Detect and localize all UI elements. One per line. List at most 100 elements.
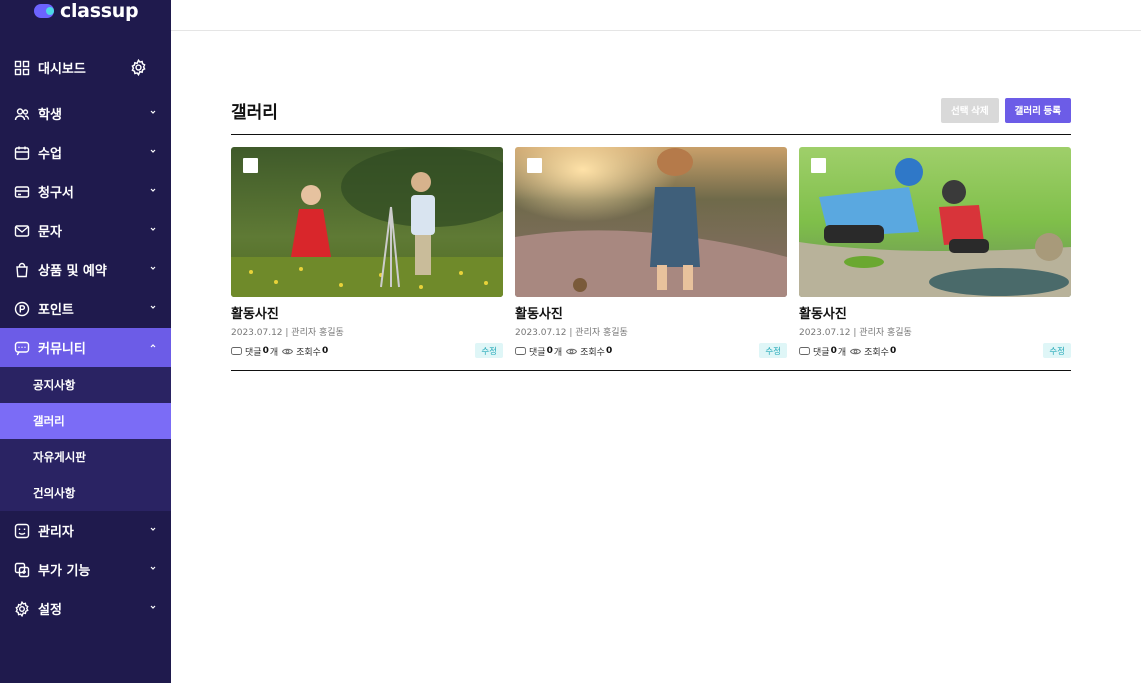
comments-unit: 개 (837, 347, 847, 358)
sidebar-item-label: 학생 (38, 108, 62, 123)
views-label: 조회수 (864, 347, 889, 358)
gallery-card[interactable]: 활동사진 2023.07.12 | 관리자 홍길동 댓글 0 개 조회수 0 수… (231, 147, 503, 358)
sidebar-item-community[interactable]: 커뮤니티 (0, 328, 171, 367)
gear-icon (15, 600, 29, 617)
chevron-down-icon (150, 149, 156, 153)
edit-button[interactable]: 수정 (759, 343, 787, 358)
top-bar (171, 0, 1141, 31)
divider (231, 370, 1071, 371)
eye-icon (850, 348, 862, 354)
sidebar-item-label: 상품 및 예약 (38, 264, 107, 279)
sidebar-item-settings[interactable]: 설정 (0, 589, 171, 628)
comments-unit: 개 (269, 347, 279, 358)
gallery-card[interactable]: 활동사진 2023.07.12 | 관리자 홍길동 댓글 0 개 조회수 0 수… (799, 147, 1071, 358)
page-header: 갤러리 선택 삭제 갤러리 등록 (231, 96, 1071, 124)
submenu-item-suggestions[interactable]: 건의사항 (0, 475, 171, 511)
sidebar-item-products[interactable]: 상품 및 예약 (0, 250, 171, 289)
chevron-down-icon (150, 566, 156, 570)
sidebar-item-classes[interactable]: 수업 (0, 133, 171, 172)
sidebar-item-students[interactable]: 학생 (0, 94, 171, 133)
gallery-card[interactable]: 활동사진 2023.07.12 | 관리자 홍길동 댓글 0 개 조회수 0 수… (515, 147, 787, 358)
mail-icon (14, 224, 30, 237)
views-count: 0 (605, 346, 613, 356)
card-meta: 2023.07.12 | 관리자 홍길동 (799, 328, 912, 338)
chevron-down-icon (150, 605, 156, 609)
card-title: 활동사진 (799, 307, 847, 322)
card-icon (14, 185, 30, 198)
chevron-down-icon (150, 527, 156, 531)
sidebar-item-invoices[interactable]: 청구서 (0, 172, 171, 211)
card-stats: 댓글 0 개 조회수 0 수정 (231, 343, 503, 358)
sidebar-item-admin[interactable]: 관리자 (0, 511, 171, 550)
divider (231, 134, 1071, 135)
chevron-down-icon (150, 305, 156, 309)
views-count: 0 (889, 346, 897, 356)
sidebar-item-label: 관리자 (38, 525, 74, 540)
sidebar: classup 대시보드 학생 수업 청구서 문자 상품 및 예약 포인트 커뮤… (0, 0, 171, 683)
edit-button[interactable]: 수정 (1043, 343, 1071, 358)
views-label: 조회수 (580, 347, 605, 358)
comments-label: 댓글 (529, 347, 546, 358)
sidebar-item-label: 설정 (38, 603, 62, 618)
comments-label: 댓글 (245, 347, 262, 358)
card-title: 활동사진 (231, 307, 279, 322)
chevron-up-icon (150, 344, 156, 348)
photo-children-camera (231, 147, 503, 297)
edit-button[interactable]: 수정 (475, 343, 503, 358)
sidebar-item-label: 대시보드 (38, 62, 86, 77)
select-checkbox[interactable] (811, 158, 826, 173)
community-submenu: 공지사항 갤러리 자유게시판 건의사항 (0, 367, 171, 511)
users-icon (14, 107, 30, 120)
sidebar-item-addons[interactable]: 부가 기능 (0, 550, 171, 589)
comments-unit: 개 (553, 347, 563, 358)
card-stats: 댓글 0 개 조회수 0 수정 (515, 343, 787, 358)
submenu-item-gallery[interactable]: 갤러리 (0, 403, 171, 439)
sidebar-item-label: 부가 기능 (38, 564, 91, 579)
comments-count: 0 (262, 346, 269, 356)
sidebar-item-points[interactable]: 포인트 (0, 289, 171, 328)
logo[interactable]: classup (34, 0, 139, 22)
chevron-down-icon (150, 266, 156, 270)
gallery-thumbnail[interactable] (799, 147, 1071, 297)
bag-icon (16, 262, 28, 277)
sidebar-item-messages[interactable]: 문자 (0, 211, 171, 250)
chevron-down-icon (150, 188, 156, 192)
gallery-main: 갤러리 선택 삭제 갤러리 등록 활동사진 2023.07.12 | 관리자 홍… (231, 96, 1071, 371)
sidebar-item-label: 수업 (38, 147, 62, 162)
card-meta: 2023.07.12 | 관리자 홍길동 (231, 328, 344, 338)
chevron-down-icon (150, 227, 156, 231)
register-gallery-button[interactable]: 갤러리 등록 (1004, 97, 1071, 123)
sidebar-item-label: 문자 (38, 225, 62, 240)
card-meta: 2023.07.12 | 관리자 홍길동 (515, 328, 628, 338)
sidebar-item-label: 포인트 (38, 303, 74, 318)
select-checkbox[interactable] (243, 158, 258, 173)
submenu-item-free-board[interactable]: 자유게시판 (0, 439, 171, 475)
admin-icon (14, 523, 30, 538)
page-title: 갤러리 (231, 102, 278, 123)
sidebar-item-label: 커뮤니티 (38, 342, 86, 357)
delete-selected-button[interactable]: 선택 삭제 (941, 97, 999, 123)
gallery-thumbnail[interactable] (515, 147, 787, 297)
card-title: 활동사진 (515, 307, 563, 322)
views-count: 0 (321, 346, 329, 356)
comments-count: 0 (546, 346, 553, 356)
chevron-down-icon (150, 110, 156, 114)
comment-icon (231, 346, 242, 355)
comment-icon (799, 346, 810, 355)
settings-gear-icon[interactable] (130, 59, 147, 76)
gallery-grid: 활동사진 2023.07.12 | 관리자 홍길동 댓글 0 개 조회수 0 수… (231, 147, 1071, 358)
card-stats: 댓글 0 개 조회수 0 수정 (799, 343, 1071, 358)
photo-children-pond (799, 147, 1071, 297)
chat-icon (14, 341, 30, 355)
submenu-item-notice[interactable]: 공지사항 (0, 367, 171, 403)
grid-icon (14, 60, 30, 75)
sidebar-menu: 대시보드 학생 수업 청구서 문자 상품 및 예약 포인트 커뮤니티 공지사항 … (0, 48, 171, 628)
calendar-icon (14, 146, 30, 160)
gallery-thumbnail[interactable] (231, 147, 503, 297)
comment-icon (515, 346, 526, 355)
photo-child-walking (515, 147, 787, 297)
logo-icon (34, 3, 56, 19)
sidebar-item-dashboard[interactable]: 대시보드 (0, 48, 171, 87)
header-actions: 선택 삭제 갤러리 등록 (941, 97, 1071, 123)
select-checkbox[interactable] (527, 158, 542, 173)
